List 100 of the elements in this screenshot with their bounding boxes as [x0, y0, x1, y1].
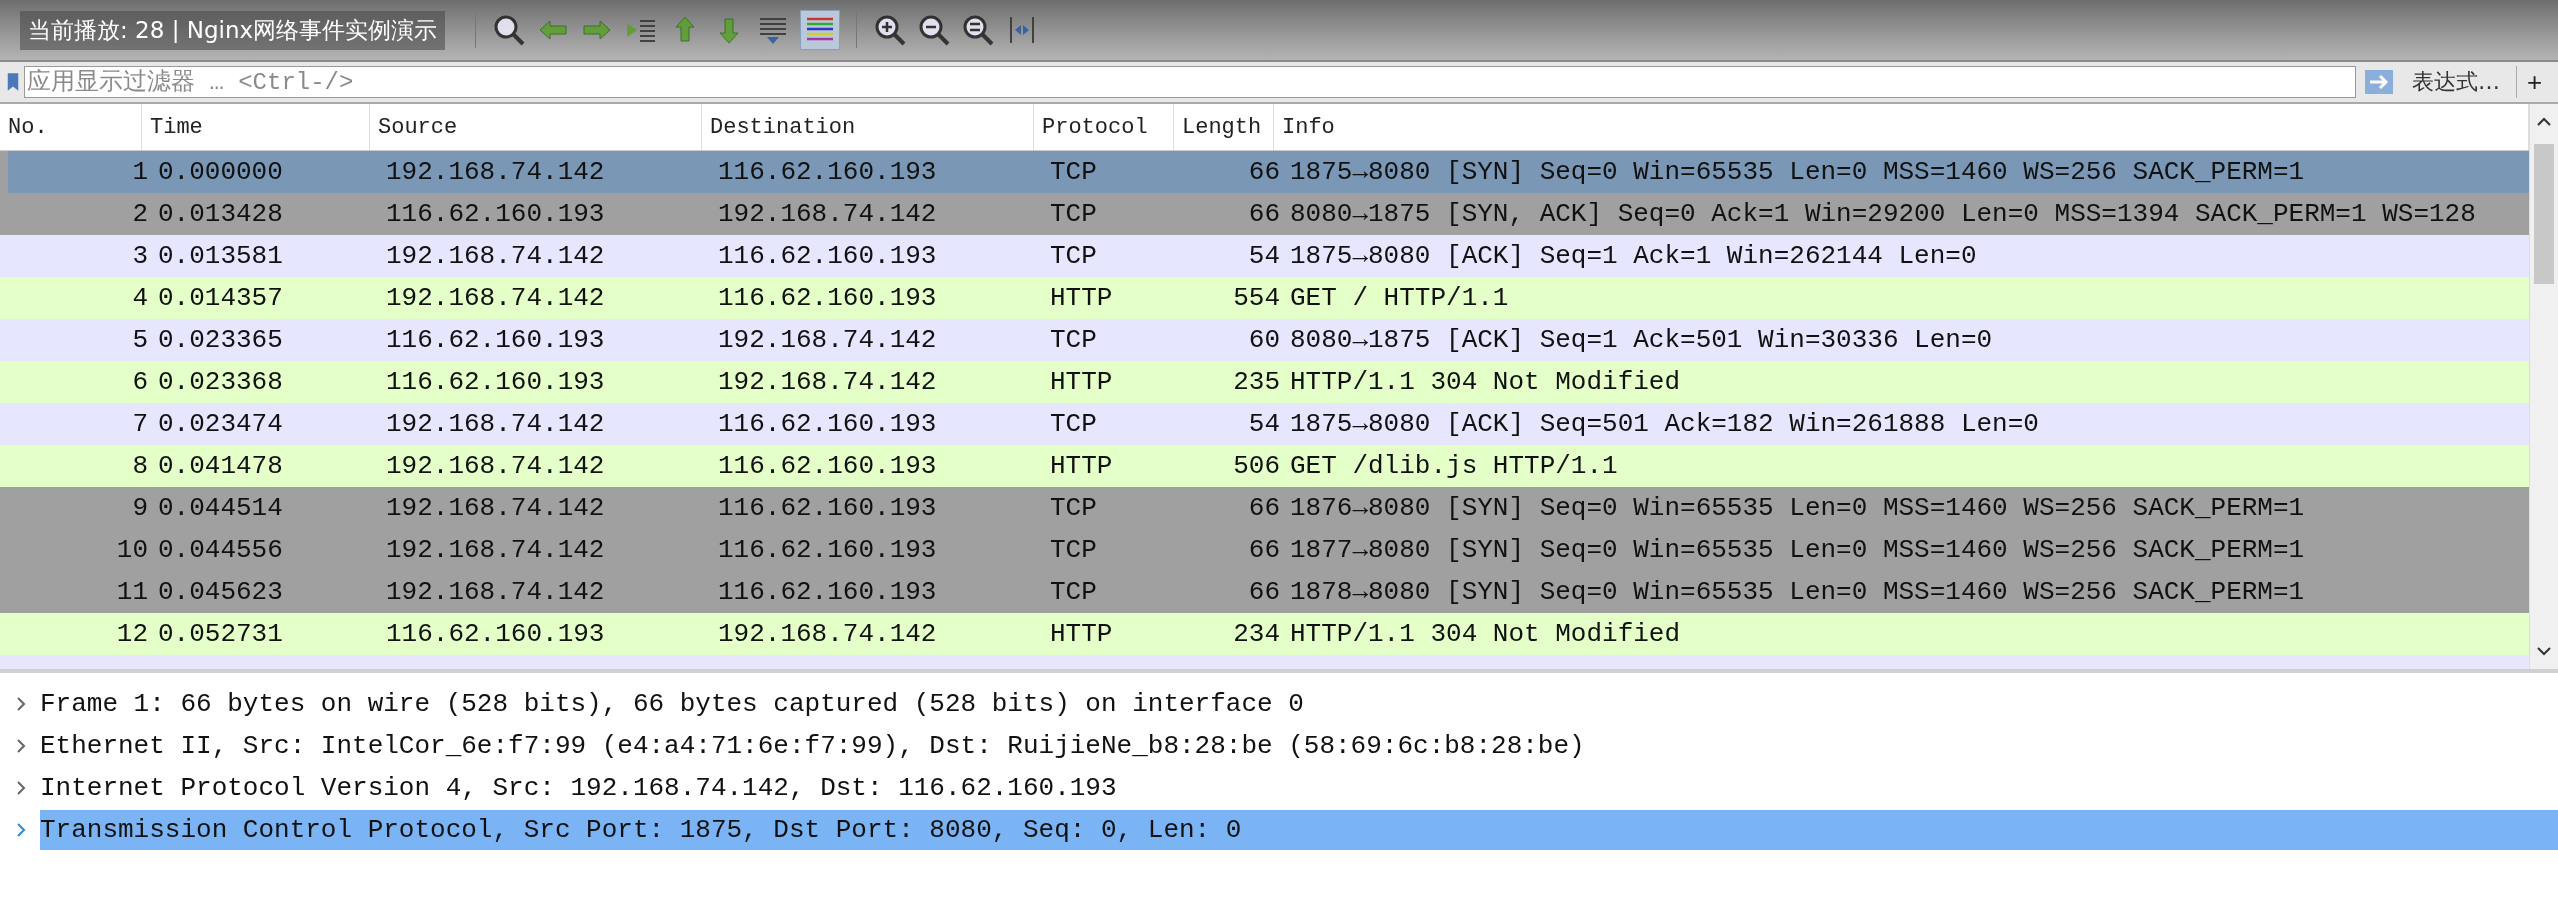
table-cell-text: 192.168.74.142 — [385, 409, 606, 439]
table-cell-text: 192.168.74.142 — [385, 241, 606, 271]
table-cell-text: 1875→8080 [ACK] Seq=1 Ack=1 Win=262144 Len=0 — [1289, 241, 1978, 271]
table-cell-text: 1 — [131, 157, 149, 187]
table-cell-text: 1878→8080 [SYN] Seq=0 Win=65535 Len=0 MSS=1460 WS=256 SACK_PERM=1 — [1289, 577, 2306, 607]
now-playing-title: 当前播放: 28 | Nginx网络事件实例演示 — [20, 10, 446, 50]
table-cell-text: 10 — [115, 535, 149, 565]
table-cell-text: 192.168.74.142 — [717, 367, 938, 397]
table-cell-text: 7 — [131, 409, 149, 439]
packet-row[interactable]: 1 0.000000 192.168.74.142 116.62.160.193 TCP 66 1875→8080 [SYN] Seq=0 Win=65535 Len=0 MSS=1460 WS=256 SACK_PERM=1 — [0, 151, 2529, 193]
table-cell-text: 66 — [1247, 157, 1281, 187]
table-cell-text: 234 — [1232, 619, 1281, 649]
table-cell-text: 2 — [131, 199, 149, 229]
column-header[interactable]: Protocol — [1034, 104, 1174, 150]
table-cell-text: 0.014357 — [157, 283, 284, 313]
zoom-in-icon[interactable] — [873, 13, 908, 47]
table-cell-text: 192.168.74.142 — [385, 157, 606, 187]
table-cell-text: 116.62.160.193 — [385, 367, 606, 397]
table-cell-text: GET /dlib.js HTTP/1.1 — [1289, 451, 1619, 481]
column-header[interactable]: Length — [1174, 104, 1274, 150]
table-cell-text: 0.023365 — [157, 325, 284, 355]
table-cell-text: 4 — [131, 283, 149, 313]
scrollbar[interactable] — [2529, 104, 2558, 669]
colorize-icon[interactable] — [800, 10, 841, 50]
table-cell-text: 8080→1875 [SYN, ACK] Seq=0 Ack=1 Win=29200 Len=0 MSS=1394 SACK_PERM=1 WS=128 — [1289, 199, 2477, 229]
search-icon[interactable] — [492, 13, 527, 47]
table-cell-text: 116.62.160.193 — [717, 535, 938, 565]
table-cell-text: TCP — [1049, 199, 1098, 229]
detail-line[interactable]: Frame 1: 66 bytes on wire (528 bits), 66 bytes captured (528 bits) on interface 0 — [40, 684, 1304, 724]
table-cell-text: 1876→8080 [SYN] Seq=0 Win=65535 Len=0 MSS=1460 WS=256 SACK_PERM=1 — [1289, 493, 2306, 523]
column-header[interactable]: Destination — [702, 104, 1034, 150]
table-cell-text: 66 — [1247, 577, 1281, 607]
table-cell-text: 116.62.160.193 — [717, 409, 938, 439]
packet-row[interactable]: 12 0.052731 116.62.160.193 192.168.74.142 HTTP 234 HTTP/1.1 304 Not Modified — [0, 613, 2529, 655]
detail-line[interactable]: Ethernet II, Src: IntelCor_6e:f7:99 (e4:a4:71:6e:f7:99), Dst: RuijieNe_b8:28:be (58:69:6c:b8:28:be) — [40, 726, 1585, 766]
table-cell-text: 8 — [131, 451, 149, 481]
table-cell-text: 0.000000 — [157, 157, 284, 187]
packet-row[interactable]: 7 0.023474 192.168.74.142 116.62.160.193 TCP 54 1875→8080 [ACK] Seq=501 Ack=182 Win=261888 Len=0 — [0, 403, 2529, 445]
packet-row[interactable]: 9 0.044514 192.168.74.142 116.62.160.193 TCP 66 1876→8080 [SYN] Seq=0 Win=65535 Len=0 MSS=1460 WS=256 SACK_PERM=1 — [0, 487, 2529, 529]
table-cell-text: 116.62.160.193 — [717, 493, 938, 523]
table-cell-text: 0.044556 — [157, 535, 284, 565]
packet-row[interactable]: 3 0.013581 192.168.74.142 116.62.160.193 TCP 54 1875→8080 [ACK] Seq=1 Ack=1 Win=262144 Len=0 — [0, 235, 2529, 277]
table-cell-text: 5 — [131, 325, 149, 355]
table-cell-text: 1875→8080 [ACK] Seq=501 Ack=182 Win=261888 Len=0 — [1289, 409, 2040, 439]
table-cell-text: 192.168.74.142 — [385, 577, 606, 607]
table-cell-text: TCP — [1049, 409, 1098, 439]
table-cell-text: 192.168.74.142 — [385, 451, 606, 481]
table-cell-text: TCP — [1049, 325, 1098, 355]
table-cell-text: 192.168.74.142 — [717, 619, 938, 649]
table-cell-text: 6 — [131, 367, 149, 397]
table-cell-text: 116.62.160.193 — [717, 241, 938, 271]
bookmark-icon[interactable] — [6, 71, 20, 93]
detail-line[interactable]: Internet Protocol Version 4, Src: 192.168.74.142, Dst: 116.62.160.193 — [40, 768, 1117, 808]
table-cell-text: 3 — [131, 241, 149, 271]
column-header[interactable]: Time — [142, 104, 370, 150]
table-cell-text: HTTP — [1049, 367, 1114, 397]
column-header[interactable]: No. — [0, 104, 142, 150]
table-cell-text: 12 — [115, 619, 149, 649]
table-cell-text: 554 — [1232, 283, 1281, 313]
table-cell-text: 116.62.160.193 — [385, 199, 606, 229]
table-cell-text: 60 — [1247, 325, 1281, 355]
table-cell-text: 0.013428 — [157, 199, 284, 229]
table-cell-text: 116.62.160.193 — [717, 283, 938, 313]
table-cell-text: 8080→1875 [ACK] Seq=1 Ack=501 Win=30336 Len=0 — [1289, 325, 1994, 355]
table-cell-text: 11 — [115, 577, 149, 607]
table-cell-text: 0.044514 — [157, 493, 284, 523]
table-cell-text: GET / HTTP/1.1 — [1289, 283, 1510, 313]
scroll-thumb[interactable] — [2534, 144, 2554, 284]
table-cell-text: 116.62.160.193 — [717, 157, 938, 187]
table-cell-text: 0.052731 — [157, 619, 284, 649]
packet-row[interactable]: 2 0.013428 116.62.160.193 192.168.74.142 TCP 66 8080→1875 [SYN, ACK] Seq=0 Ack=1 Win=29200 Len=0 MSS=1394 SACK_PERM=1 WS=128 — [0, 193, 2529, 235]
zoom-out-icon[interactable] — [917, 13, 952, 47]
table-cell-text: 66 — [1247, 535, 1281, 565]
table-cell-text: HTTP — [1049, 283, 1114, 313]
table-cell-text: 116.62.160.193 — [717, 451, 938, 481]
table-cell-text: 116.62.160.193 — [385, 619, 606, 649]
packet-row[interactable]: 4 0.014357 192.168.74.142 116.62.160.193 HTTP 554 GET / HTTP/1.1 — [0, 277, 2529, 319]
display-filter-field[interactable]: 应用显示过滤器 … <Ctrl-/> — [24, 66, 2356, 98]
table-cell-text: HTTP/1.1 304 Not Modified — [1289, 367, 1682, 397]
packet-row[interactable]: 10 0.044556 192.168.74.142 116.62.160.193 TCP 66 1877→8080 [SYN] Seq=0 Win=65535 Len=0 MSS=1460 WS=256 SACK_PERM=1 — [0, 529, 2529, 571]
table-cell-text: 192.168.74.142 — [717, 199, 938, 229]
table-cell-text: TCP — [1049, 493, 1098, 523]
table-cell-text: HTTP — [1049, 451, 1114, 481]
table-cell-text: 0.013581 — [157, 241, 284, 271]
table-cell-text: HTTP/1.1 304 Not Modified — [1289, 619, 1682, 649]
table-cell-text: 1875→8080 [SYN] Seq=0 Win=65535 Len=0 MSS=1460 WS=256 SACK_PERM=1 — [1289, 157, 2306, 187]
table-cell-text: TCP — [1049, 577, 1098, 607]
packet-row[interactable]: 11 0.045623 192.168.74.142 116.62.160.193 TCP 66 1878→8080 [SYN] Seq=0 Win=65535 Len=0 MSS=1460 WS=256 SACK_PERM=1 — [0, 571, 2529, 613]
table-cell-text: TCP — [1049, 535, 1098, 565]
table-cell-text: 116.62.160.193 — [717, 577, 938, 607]
table-cell-text: 54 — [1247, 409, 1281, 439]
column-header[interactable]: Source — [370, 104, 702, 150]
packet-row[interactable]: 8 0.041478 192.168.74.142 116.62.160.193 HTTP 506 GET /dlib.js HTTP/1.1 — [0, 445, 2529, 487]
table-cell-text: 9 — [131, 493, 149, 523]
packet-row[interactable]: 6 0.023368 116.62.160.193 192.168.74.142 HTTP 235 HTTP/1.1 304 Not Modified — [0, 361, 2529, 403]
zoom-reset-icon[interactable] — [961, 13, 996, 47]
table-cell-text: TCP — [1049, 157, 1098, 187]
table-cell-text: 66 — [1247, 493, 1281, 523]
packet-row[interactable]: 5 0.023365 116.62.160.193 192.168.74.142 TCP 60 8080→1875 [ACK] Seq=1 Ack=501 Win=30336 Len=0 — [0, 319, 2529, 361]
table-cell-text: 0.045623 — [157, 577, 284, 607]
